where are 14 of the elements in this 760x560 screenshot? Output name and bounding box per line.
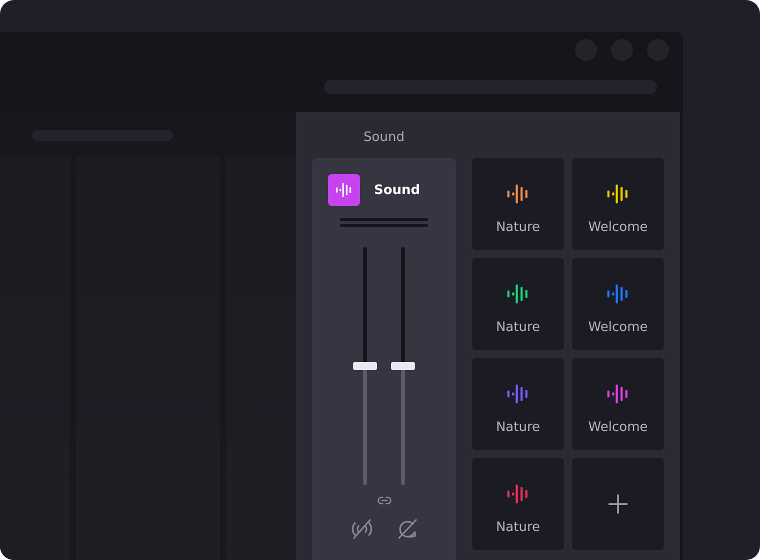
sound-tile[interactable]: Welcome bbox=[572, 358, 664, 450]
sound-tile[interactable]: Nature bbox=[472, 158, 564, 250]
waveform-icon bbox=[335, 181, 353, 199]
sound-tile[interactable]: Nature bbox=[472, 358, 564, 450]
mixer-label: Sound bbox=[374, 182, 420, 198]
sound-tile[interactable]: Welcome bbox=[572, 158, 664, 250]
sound-tile[interactable]: Nature bbox=[472, 458, 564, 550]
panel-title: Sound bbox=[362, 129, 406, 147]
fader-thumb[interactable] bbox=[391, 362, 415, 370]
muted-broadcast-icon[interactable] bbox=[350, 518, 374, 540]
sound-tile[interactable]: Welcome bbox=[572, 258, 664, 350]
sound-tile[interactable]: Nature bbox=[472, 258, 564, 350]
fader-thumb[interactable] bbox=[353, 362, 377, 370]
add-sound-tile[interactable] bbox=[572, 458, 664, 550]
